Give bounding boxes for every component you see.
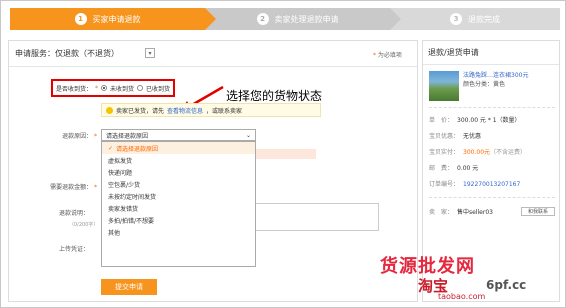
divider <box>429 197 555 198</box>
tip-text-2: ，或联系卖家 <box>206 107 243 115</box>
paid-note: （不含运费） <box>490 149 527 156</box>
desc-char-count: （0/200字） <box>69 222 99 228</box>
upload-label: 上传凭证： <box>58 246 89 253</box>
required-star: * <box>373 52 376 59</box>
watermark-text: 6pf.cc <box>486 278 527 292</box>
order-number-link[interactable]: 192270013207167 <box>463 181 520 188</box>
reason-error-bar <box>256 149 316 159</box>
required-note-text: 为必填项 <box>377 52 402 59</box>
step-label: 卖家处理退款申请 <box>274 14 339 24</box>
step-label: 退款完成 <box>468 14 500 24</box>
reason-select[interactable]: 请选择退款原因 ⌄ <box>101 129 256 141</box>
seller-name[interactable]: 售中seller03 <box>457 209 493 216</box>
service-label: 申请服务： <box>15 49 55 58</box>
discount-label: 宝贝优惠： <box>429 133 460 140</box>
divider <box>429 107 555 108</box>
progress-steps: 1 买家申请退款 2 卖家处理退款申请 3 退款完成 <box>0 8 566 30</box>
reason-option[interactable]: 卖家发错货 <box>102 202 255 214</box>
discount: 无优惠 <box>463 133 482 140</box>
sidebar-title: 退款/退货申请 <box>423 41 559 65</box>
order-row: 订单编号： 192270013207167 <box>429 179 559 188</box>
required-star: * <box>94 184 97 191</box>
shipping-fee: 0.00 元 <box>457 165 479 172</box>
shipping-row: 邮 费： 0.00 元 <box>429 163 559 172</box>
reason-option[interactable]: 空包裹/少货 <box>102 178 255 190</box>
service-dropdown-button[interactable]: ▾ <box>145 48 155 58</box>
reason-option[interactable]: 未按约定时间发货 <box>102 190 255 202</box>
lightbulb-icon <box>106 106 113 114</box>
radio-not-received[interactable] <box>101 85 108 91</box>
reason-dropdown-list: 请选择退款原因 虚拟发货 快递问题 空包裹/少货 未按约定时间发货 卖家发错货 … <box>101 141 256 267</box>
seller-label: 卖 家： <box>429 209 454 216</box>
radio-received[interactable] <box>137 85 144 91</box>
radio-received-label[interactable]: 已收到货 <box>146 84 170 93</box>
reason-option[interactable]: 请选择退款原因 <box>102 142 255 154</box>
order-label: 订单编号： <box>429 181 460 188</box>
reason-label-text: 退款原因： <box>62 133 93 140</box>
shipping-tip: 卖家已发货，请先 查看物流信息 ，或联系卖家 <box>101 103 321 117</box>
required-note: * 为必填项 <box>373 50 402 59</box>
service-type: 申请服务：仅退款（不退货） <box>15 48 119 59</box>
chevron-down-icon: ⌄ <box>245 131 251 139</box>
radio-not-received-label[interactable]: 未收到货 <box>110 84 134 93</box>
step-label: 买家申请退款 <box>92 14 141 24</box>
desc-label: 退款说明： <box>58 210 89 217</box>
paid-label: 宝贝实付： <box>429 149 460 156</box>
shipping-label: 邮 费： <box>429 165 454 172</box>
step-number: 1 <box>74 13 87 25</box>
divider <box>9 66 417 67</box>
reason-option[interactable]: 虚拟发货 <box>102 154 255 166</box>
received-status-highlight: 是否收到货： * 未收到货 已收到货 <box>51 79 175 97</box>
required-star: * <box>94 133 97 140</box>
unit-price: 300.00 元 * 1（数量） <box>457 117 521 124</box>
paid-amount: 300.00元 <box>463 149 491 156</box>
amount-label: 需要退款金额： * <box>17 182 97 191</box>
paid-row: 宝贝实付： 300.00元（不含运费） <box>429 147 559 156</box>
amount-label-text: 需要退款金额： <box>50 184 93 191</box>
step-number: 3 <box>450 13 462 25</box>
received-label: 是否收到货： <box>56 85 93 93</box>
watermark-text: taobao.com <box>438 292 486 301</box>
submit-button[interactable]: 提交申请 <box>101 279 157 295</box>
unit-price-label: 单 价： <box>429 117 454 124</box>
logistics-link[interactable]: 查看物流信息 <box>167 106 203 115</box>
product-color: 颜色分类：黄色 <box>463 81 506 88</box>
reason-select-value: 请选择退款原因 <box>106 132 149 140</box>
product-thumbnail[interactable] <box>429 71 459 101</box>
required-star: * <box>95 84 99 92</box>
annotation-text: 选择您的货物状态 <box>226 89 323 103</box>
contact-seller-button[interactable]: 和我联系 <box>521 207 555 216</box>
step-complete: 3 退款完成 <box>390 8 560 30</box>
discount-row: 宝贝优惠： 无优惠 <box>429 131 559 140</box>
tip-text: 卖家已发货，请先 <box>116 107 165 115</box>
reason-option[interactable]: 多拍/拍错/不想要 <box>102 214 255 226</box>
refund-form: 申请服务：仅退款（不退货） ▾ * 为必填项 选择您的货物状态 是否收到货： * … <box>8 40 418 302</box>
product-name-link[interactable]: 法路兔踩…连衣裙300元 <box>463 70 558 79</box>
service-value: 仅退款（不退货） <box>55 49 119 58</box>
step-seller-process: 2 卖家处理退款申请 <box>205 8 401 30</box>
unit-price-row: 单 价： 300.00 元 * 1（数量） <box>429 115 559 124</box>
step-apply: 1 买家申请退款 <box>10 8 216 30</box>
step-number: 2 <box>256 13 269 25</box>
reason-option[interactable]: 其他 <box>102 226 255 238</box>
reason-option[interactable]: 快递问题 <box>102 166 255 178</box>
reason-label: 退款原因： * <box>17 131 97 140</box>
